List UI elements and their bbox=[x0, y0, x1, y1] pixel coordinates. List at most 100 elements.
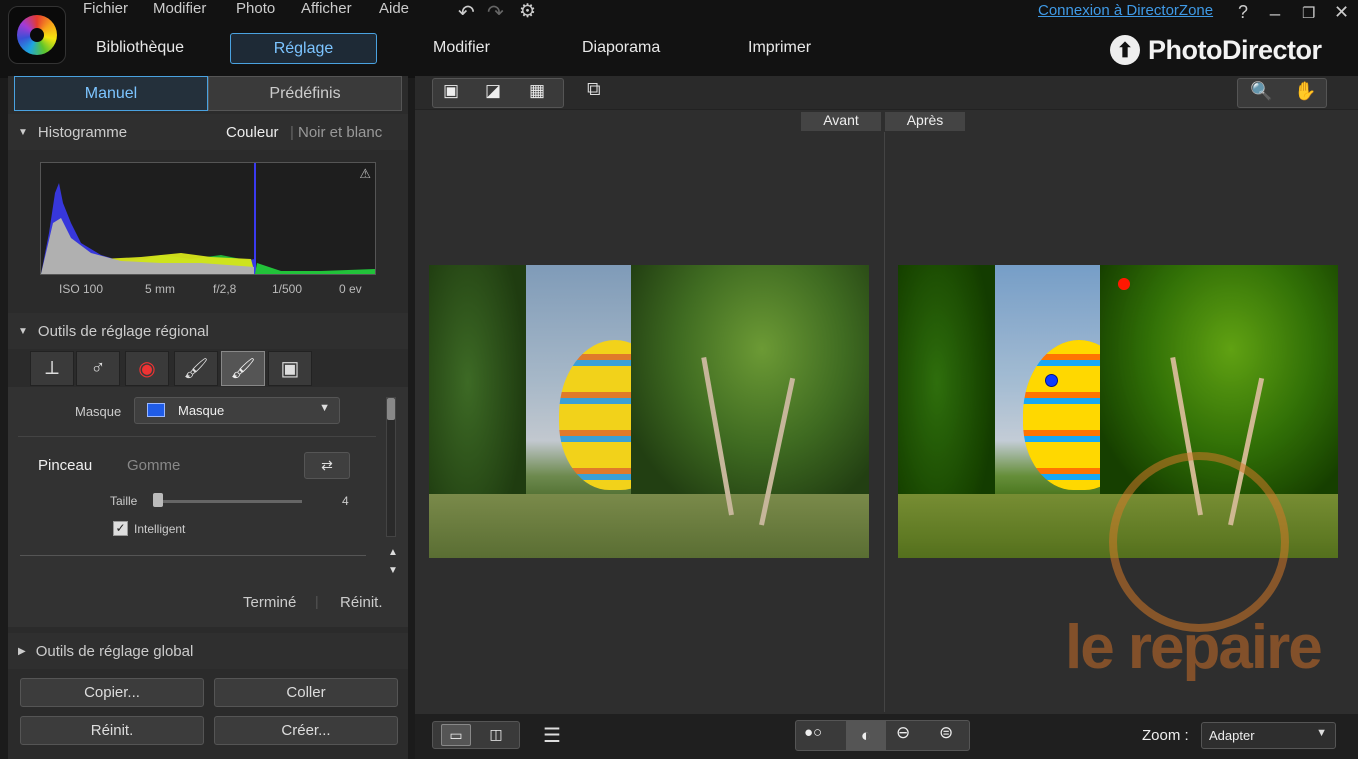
smart-label: Intelligent bbox=[134, 522, 186, 536]
after-label: Après bbox=[885, 112, 965, 131]
directorzone-login-link[interactable]: Connexion à DirectorZone bbox=[1038, 2, 1213, 19]
app-logo bbox=[8, 6, 66, 64]
brush-icon: 🖌 bbox=[183, 358, 209, 380]
rotate-screen-icon[interactable]: ⧉ bbox=[587, 79, 601, 101]
mask-value: Masque bbox=[178, 403, 225, 418]
single-layout-icon[interactable]: ▭ bbox=[441, 724, 471, 746]
watermark-ring bbox=[1109, 452, 1289, 632]
regional-tools-title: Outils de réglage régional bbox=[37, 322, 209, 340]
exif-focal: 5 mm bbox=[145, 282, 175, 296]
exif-ev: 0 ev bbox=[339, 282, 362, 296]
exif-iso: ISO 100 bbox=[59, 282, 104, 296]
histogram-mode-color[interactable]: Couleur bbox=[226, 124, 279, 141]
smart-checkbox[interactable]: ✓ bbox=[113, 521, 128, 536]
split-vertical-icon[interactable]: ◐ bbox=[846, 721, 886, 750]
menu-photo[interactable]: Photo bbox=[236, 0, 275, 17]
view-mode-group: ▣ ◪ ▦ bbox=[432, 78, 564, 108]
eraser-mode-tab[interactable]: Gomme bbox=[127, 457, 180, 474]
tool-group: 🔍 ✋ bbox=[1237, 78, 1327, 108]
reset-button[interactable]: Réinit. bbox=[20, 716, 204, 745]
regional-reset-button[interactable]: Réinit. bbox=[340, 594, 383, 611]
split-dots-icon[interactable]: ●○ bbox=[804, 724, 822, 741]
regional-tool-options: Masque Masque ▼ Pinceau Gomme ⇄ Taille 4… bbox=[8, 387, 408, 627]
photo-viewer: ▣ ◪ ▦ ⧉ 🔍 ✋ Avant Après le repaire ▭ ◫ ☰… bbox=[415, 76, 1358, 759]
red-eye-icon: ◉ bbox=[138, 358, 156, 380]
regional-tools-header[interactable]: ▼ Outils de réglage régional bbox=[8, 313, 408, 349]
copy-button[interactable]: Copier... bbox=[20, 678, 204, 707]
expand-triangle-icon: ▶ bbox=[18, 645, 26, 657]
title-bar: Fichier Modifier Photo Afficher Aide ↶ ↷… bbox=[0, 0, 1358, 78]
undo-icon[interactable]: ↶ bbox=[458, 0, 475, 25]
mask-color-swatch bbox=[147, 403, 165, 417]
gradient-mask-icon: ▣ bbox=[280, 358, 300, 380]
brush-mode-tab[interactable]: Pinceau bbox=[38, 457, 92, 474]
scroll-down-icon[interactable]: ▼ bbox=[388, 565, 398, 576]
global-tools-title: Outils de réglage global bbox=[35, 642, 194, 660]
gradient-mask-button[interactable]: ▣ bbox=[268, 351, 312, 386]
spot-removal-icon: ♂ bbox=[90, 357, 106, 379]
minimize-icon[interactable]: _ bbox=[1270, 0, 1280, 17]
collapse-triangle-icon: ▼ bbox=[18, 325, 28, 337]
clipping-warning-icon[interactable]: ⚠ bbox=[359, 166, 371, 182]
global-tools-header[interactable]: ▶ Outils de réglage global bbox=[8, 633, 408, 669]
histogram-header[interactable]: ▼ Histogramme Couleur | Noir et blanc bbox=[8, 114, 408, 150]
chevron-down-icon: ▼ bbox=[1316, 727, 1327, 739]
histogram-mode-bw[interactable]: Noir et blanc bbox=[298, 124, 382, 141]
menu-fichier[interactable]: Fichier bbox=[83, 0, 128, 17]
hand-pan-icon[interactable]: ✋ bbox=[1294, 81, 1316, 102]
crop-tool-button[interactable]: ⟂ bbox=[30, 351, 74, 386]
close-icon[interactable]: ✕ bbox=[1334, 2, 1349, 23]
upload-arrow-icon: ⬆ bbox=[1110, 35, 1140, 65]
blue-pin-marker[interactable] bbox=[1045, 374, 1058, 387]
swap-brush-button[interactable]: ⇄ bbox=[304, 452, 350, 479]
adjustment-panel: Manuel Prédéfinis ▼ Histogramme Couleur … bbox=[8, 76, 408, 759]
done-button[interactable]: Terminé bbox=[243, 594, 296, 611]
menu-afficher[interactable]: Afficher bbox=[301, 0, 352, 17]
nav-diaporama[interactable]: Diaporama bbox=[582, 39, 660, 57]
zoom-magnifier-icon[interactable]: 🔍 bbox=[1250, 81, 1272, 102]
help-button[interactable]: ? bbox=[1238, 2, 1248, 23]
compare-divider[interactable] bbox=[884, 132, 885, 712]
tab-manuel[interactable]: Manuel bbox=[14, 76, 208, 111]
compare-mode-group: ●○ ◐ ⊖ ⊜ bbox=[795, 720, 970, 751]
settings-gear-icon[interactable]: ⚙ bbox=[519, 0, 536, 23]
split-mirror-icon[interactable]: ⊜ bbox=[939, 723, 953, 743]
menu-modifier[interactable]: Modifier bbox=[153, 0, 206, 17]
nav-bibliotheque[interactable]: Bibliothèque bbox=[96, 39, 184, 57]
restore-icon[interactable]: ❐ bbox=[1302, 4, 1315, 22]
size-value: 4 bbox=[342, 494, 349, 508]
split-horizontal-icon[interactable]: ⊖ bbox=[896, 723, 910, 743]
red-eye-button[interactable]: ◉ bbox=[125, 351, 169, 386]
options-scrollbar[interactable] bbox=[386, 397, 396, 537]
grid-view-icon[interactable]: ▦ bbox=[529, 81, 545, 101]
brand-logo: ⬆ PhotoDirector bbox=[1110, 33, 1322, 67]
size-slider-track[interactable] bbox=[154, 500, 302, 503]
spot-removal-button[interactable]: ♂ bbox=[76, 351, 120, 386]
adjustment-brush-button[interactable]: 🖌 bbox=[221, 351, 265, 386]
create-button[interactable]: Créer... bbox=[214, 716, 398, 745]
nav-modifier[interactable]: Modifier bbox=[433, 39, 490, 57]
redo-icon[interactable]: ↷ bbox=[487, 0, 504, 25]
single-view-icon[interactable]: ◪ bbox=[485, 81, 501, 101]
brush-tool-button[interactable]: 🖌 bbox=[174, 351, 218, 386]
crop-icon: ⟂ bbox=[45, 357, 59, 379]
side-by-side-icon[interactable]: ◫ bbox=[481, 724, 511, 746]
mask-dropdown[interactable]: Masque ▼ bbox=[134, 397, 340, 424]
nav-imprimer[interactable]: Imprimer bbox=[748, 39, 811, 57]
compare-view-icon[interactable]: ▣ bbox=[443, 81, 459, 101]
mask-label: Masque bbox=[75, 404, 122, 419]
nav-reglage[interactable]: Réglage bbox=[230, 33, 377, 64]
red-pin-marker[interactable] bbox=[1118, 278, 1130, 290]
zoom-dropdown[interactable]: Adapter ▼ bbox=[1201, 722, 1336, 749]
tab-predefinis[interactable]: Prédéfinis bbox=[208, 76, 402, 111]
menu-aide[interactable]: Aide bbox=[379, 0, 409, 17]
histogram-graph: ⚠ bbox=[40, 162, 376, 275]
swap-views-icon[interactable]: ☰ bbox=[543, 723, 561, 748]
before-label: Avant bbox=[801, 112, 881, 131]
paste-button[interactable]: Coller bbox=[214, 678, 398, 707]
watermark-text: le repaire bbox=[1065, 613, 1323, 682]
exif-aperture: f/2,8 bbox=[213, 282, 237, 296]
chevron-down-icon: ▼ bbox=[319, 402, 330, 414]
scroll-up-icon[interactable]: ▲ bbox=[388, 547, 398, 558]
size-slider-handle[interactable] bbox=[153, 493, 163, 507]
